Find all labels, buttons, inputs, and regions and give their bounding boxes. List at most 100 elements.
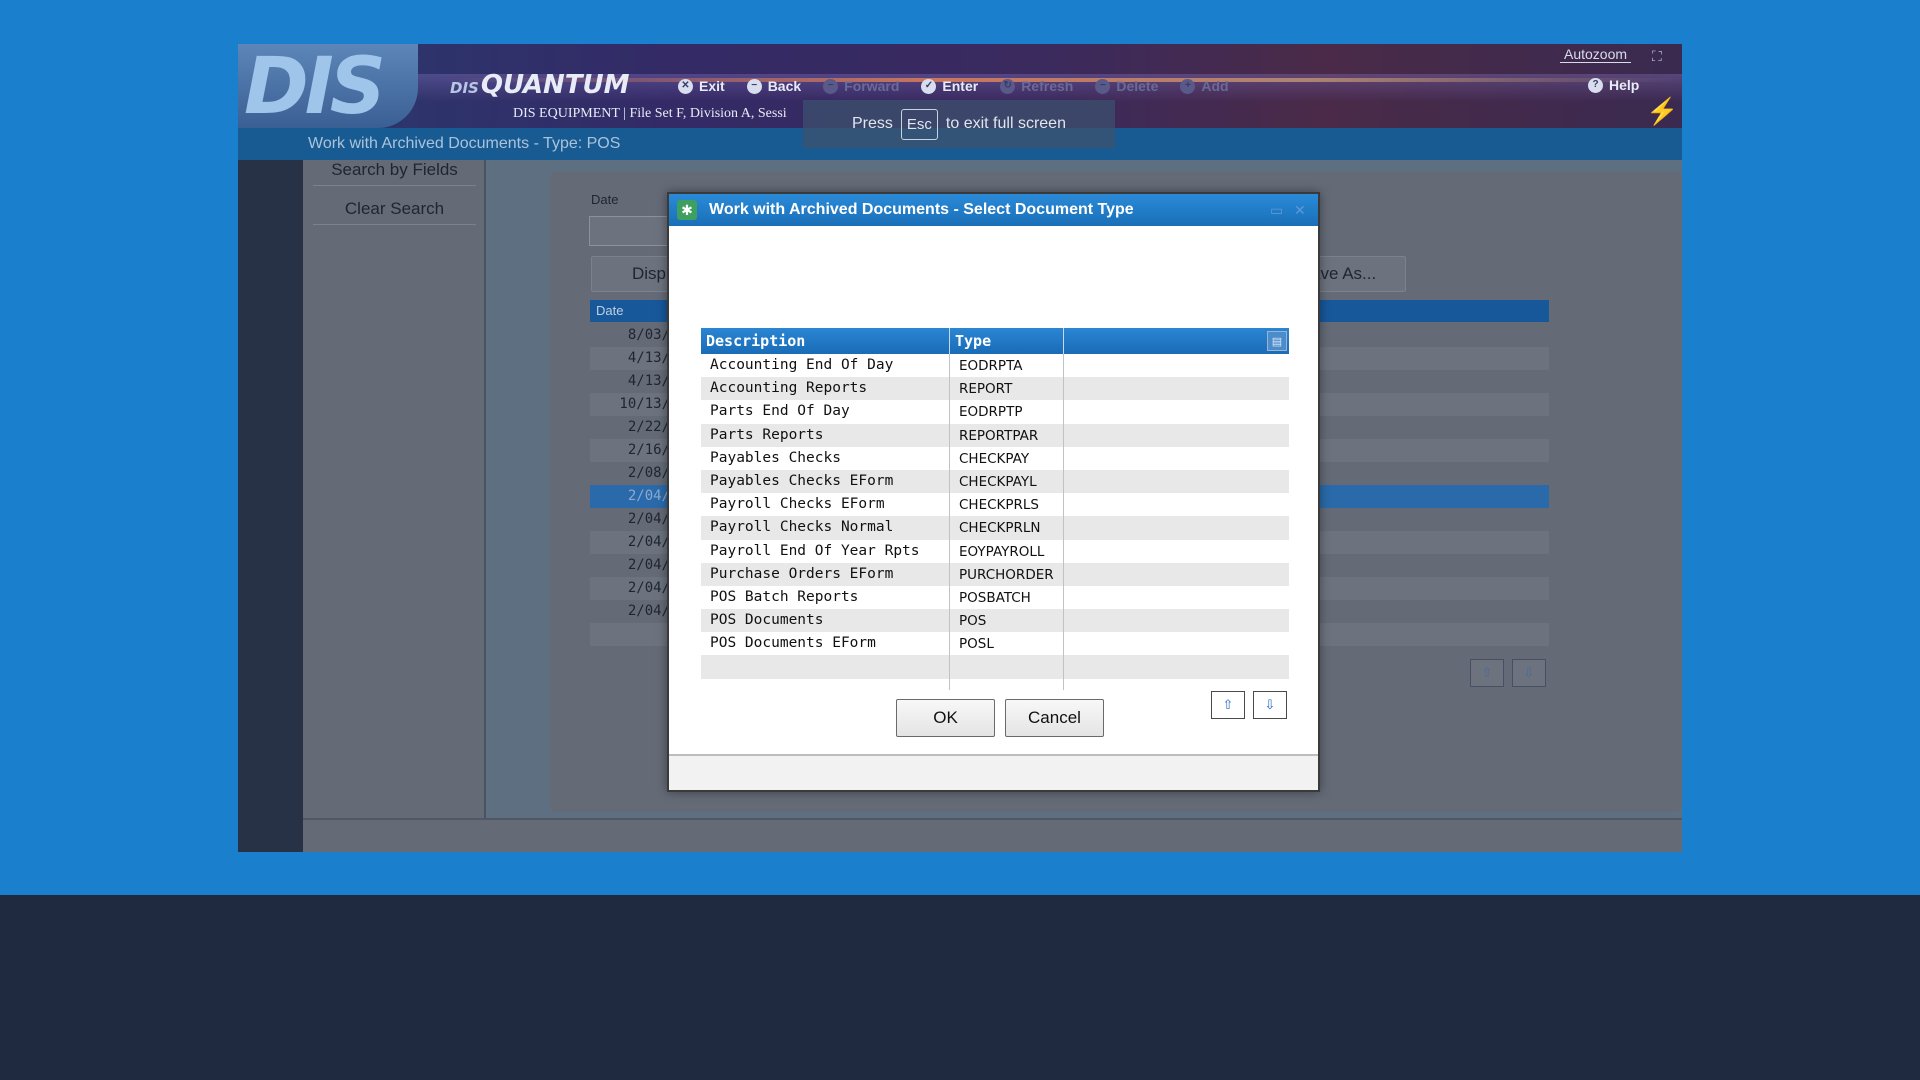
add-button[interactable]: + Add [1180, 78, 1229, 94]
left-edge [238, 160, 303, 852]
select-document-type-dialog: ✱ Work with Archived Documents - Select … [667, 192, 1320, 792]
list-item[interactable]: Accounting End Of Day EODRPTA [701, 354, 1289, 377]
row-type: EOYPAYROLL [959, 543, 1045, 560]
column-gridline [949, 354, 950, 690]
delete-label: Delete [1116, 78, 1159, 94]
enter-button[interactable]: ✓ Enter [921, 78, 978, 94]
row-type: CHECKPRLS [959, 497, 1039, 514]
exit-button[interactable]: ✕ Exit [678, 78, 725, 94]
ok-button[interactable]: OK [896, 699, 995, 737]
row-date: 8/03/ [627, 327, 670, 343]
list-item[interactable]: Payables Checks EForm CHECKPAYL [701, 469, 1289, 494]
delete-button[interactable]: − Delete [1095, 78, 1158, 94]
row-type: CHECKPAY [959, 450, 1030, 467]
row-description: Purchase Orders EForm [710, 565, 894, 582]
dialog-footer [669, 754, 1318, 790]
column-separator [1063, 328, 1064, 354]
row-description: Payables Checks [710, 449, 841, 466]
help-icon: ? [1588, 77, 1603, 93]
add-label: Add [1201, 78, 1229, 94]
refresh-button[interactable]: ↻ Refresh [1000, 78, 1073, 94]
row-description: Payroll Checks Normal [710, 519, 894, 536]
row-type: EODRPTP [959, 404, 1023, 421]
main-toolbar: ✕ Exit − Back − Forward ✓ Enter ↻ Refres… [678, 72, 1251, 100]
forward-icon: − [823, 78, 839, 94]
brand-main: QUANTUM [480, 70, 630, 100]
divider [313, 185, 476, 186]
row-type: CHECKPAYL [959, 473, 1037, 490]
row-type: POS [959, 613, 987, 630]
row-date: 2/16/ [627, 442, 670, 458]
cancel-button[interactable]: Cancel [1005, 699, 1104, 737]
dis-logo-text: DIS [244, 44, 386, 132]
row-description: Payroll End Of Year Rpts [710, 542, 920, 559]
row-description: POS Batch Reports [710, 588, 859, 605]
list-item[interactable]: POS Documents EForm POSL [701, 632, 1289, 655]
page-up-button[interactable]: ⇧ [1470, 659, 1504, 687]
list-item[interactable]: Payroll End Of Year Rpts EOYPAYROLL [701, 540, 1289, 563]
arrow-down-icon: ⇩ [1264, 697, 1276, 712]
list-item[interactable]: Payables Checks CHECKPAY [701, 447, 1289, 470]
date-filter-label: Date [591, 192, 619, 207]
row-description: POS Documents [710, 612, 824, 629]
scroll-up-button[interactable]: ⇧ [1211, 691, 1245, 719]
divider [313, 224, 476, 225]
row-date: 2/04/ [627, 488, 670, 504]
list-item[interactable]: Purchase Orders EForm PURCHORDER [701, 562, 1289, 586]
clear-search-link[interactable]: Clear Search [303, 199, 486, 219]
fullscreen-icon[interactable]: ⛶ [1652, 48, 1662, 65]
date-filter-input[interactable] [589, 216, 679, 246]
back-button[interactable]: − Back [746, 78, 802, 94]
help-button[interactable]: ? Help [1588, 77, 1639, 93]
esc-key: Esc [900, 108, 938, 140]
list-item[interactable]: Payroll Checks Normal CHECKPRLN [701, 516, 1289, 540]
display-button[interactable]: Disp [591, 256, 677, 292]
autozoom-toggle[interactable]: Autozoom [1560, 46, 1632, 63]
brand-name: DISQUANTUM [450, 70, 630, 100]
row-type: REPORT [959, 381, 1013, 398]
dialog-title-bar[interactable]: ✱ Work with Archived Documents - Select … [669, 194, 1318, 226]
forward-button[interactable]: − Forward [823, 78, 899, 94]
row-description: Payroll Checks EForm [710, 496, 885, 513]
date-column-header[interactable]: Date [596, 303, 623, 318]
scroll-down-button[interactable]: ⇩ [1253, 691, 1287, 719]
hint-suffix: to exit full screen [945, 115, 1066, 132]
column-separator [949, 328, 950, 354]
list-item[interactable]: Parts End Of Day EODRPTP [701, 400, 1289, 423]
search-by-fields-link[interactable]: Search by Fields [303, 160, 486, 180]
brand-prefix: DIS [450, 79, 479, 97]
list-item[interactable]: Accounting Reports REPORT [701, 377, 1289, 401]
column-gridline [1063, 354, 1064, 690]
dialog-title: Work with Archived Documents - Select Do… [709, 201, 1134, 218]
row-description: Parts End Of Day [710, 403, 850, 420]
forward-label: Forward [844, 78, 900, 94]
page-down-button[interactable]: ⇩ [1512, 659, 1546, 687]
row-date: 2/04/ [627, 511, 670, 527]
type-column-header[interactable]: Type [955, 332, 991, 350]
list-item[interactable]: Payroll Checks EForm CHECKPRLS [701, 493, 1289, 516]
help-label: Help [1609, 77, 1640, 93]
row-type: REPORTPAR [959, 427, 1039, 444]
page-title: Work with Archived Documents - Type: POS [308, 135, 621, 152]
list-item[interactable]: POS Batch Reports POSBATCH [701, 586, 1289, 609]
list-item[interactable]: POS Documents POS [701, 609, 1289, 633]
close-icon[interactable]: ✕ [1294, 202, 1306, 219]
row-date: 2/22/ [627, 419, 670, 435]
refresh-icon: ↻ [1000, 78, 1016, 94]
lightning-icon: ⚡ [1646, 96, 1679, 126]
grid-settings-icon[interactable]: ▤ [1267, 331, 1287, 351]
list-item[interactable] [701, 655, 1289, 679]
list-item[interactable]: Parts Reports REPORTPAR [701, 423, 1289, 447]
row-type: EODRPTA [959, 358, 1023, 374]
hint-press: Press [852, 115, 893, 132]
grid-body: Accounting End Of Day EODRPTA Accounting … [701, 354, 1289, 679]
description-column-header[interactable]: Description [706, 332, 805, 350]
maximize-icon[interactable]: ▭ [1270, 202, 1283, 219]
enter-icon: ✓ [921, 78, 937, 94]
back-label: Back [767, 78, 802, 94]
row-type: CHECKPRLN [959, 520, 1041, 537]
arrow-down-icon: ⇩ [1523, 665, 1535, 680]
lower-background [0, 895, 1920, 1080]
fullscreen-hint: Press Esc to exit full screen [803, 100, 1115, 148]
company-info: DIS EQUIPMENT | File Set F, Division A, … [513, 106, 787, 121]
